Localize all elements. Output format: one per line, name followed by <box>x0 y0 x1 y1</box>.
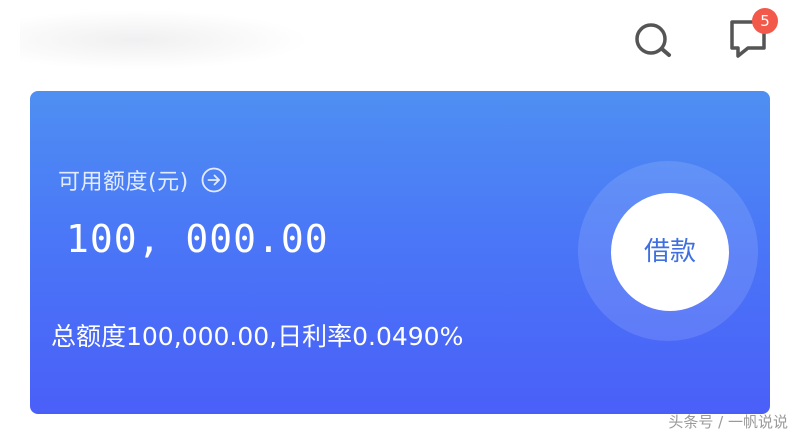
top-bar: 5 <box>0 0 800 80</box>
credit-label-row[interactable]: 可用额度(元) <box>58 163 227 197</box>
credit-summary-text: 总额度100,000.00,日利率0.0490% <box>51 322 464 351</box>
blurred-title-area <box>20 10 310 70</box>
credit-card-panel: 可用额度(元) 100, 000.00 总额度100,000.00,日利率0.0… <box>30 91 770 414</box>
watermark: 头条号 / 一帆说说 <box>668 413 788 431</box>
loan-home-screen: 5 可用额度(元) 100, 000.00 总额度100,000.00,日利率0… <box>0 0 800 438</box>
available-credit-amount: 100, 000.00 <box>66 217 329 261</box>
message-badge: 5 <box>752 8 778 34</box>
borrow-button[interactable]: 借款 <box>611 193 729 311</box>
available-credit-label: 可用额度(元) <box>58 170 189 195</box>
search-icon[interactable] <box>632 18 676 62</box>
arrow-right-circle-icon[interactable] <box>201 167 227 193</box>
